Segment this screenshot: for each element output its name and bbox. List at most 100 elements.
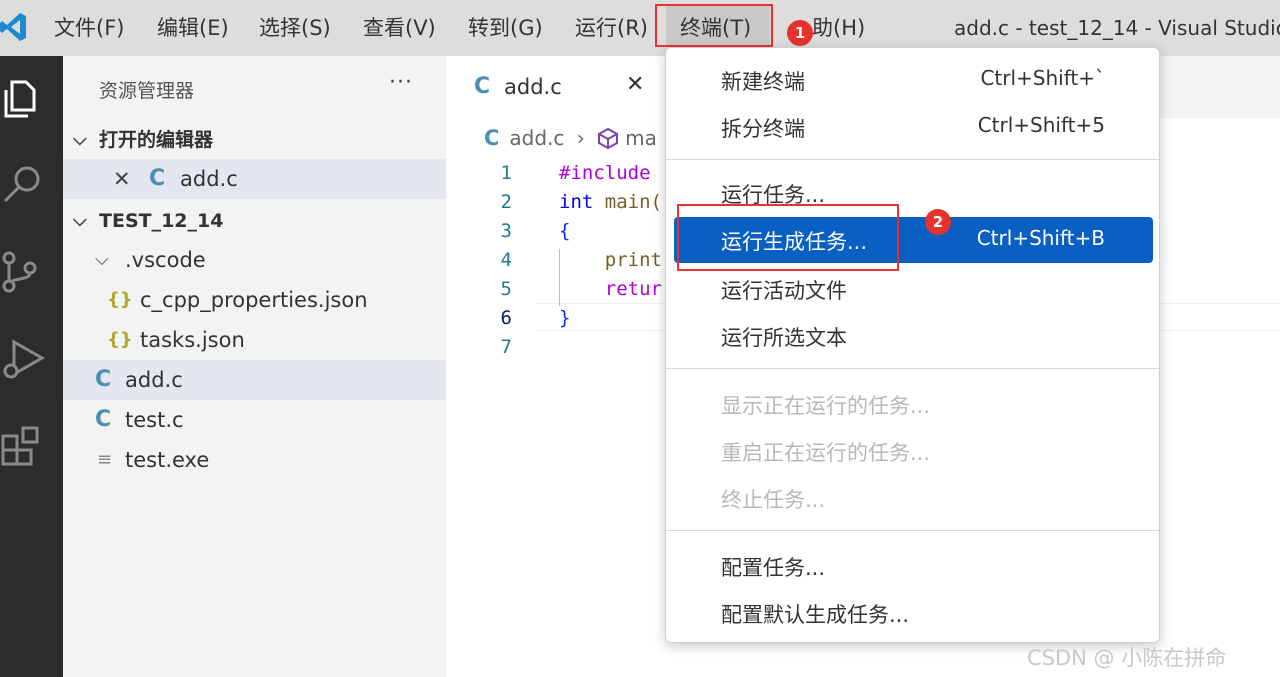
callout-terminal-box xyxy=(655,4,773,47)
code-line: { xyxy=(559,220,571,242)
menu-item-shortcut: Ctrl+Shift+B xyxy=(976,226,1105,250)
menu-item-configure-tasks[interactable]: 配置任务... xyxy=(674,543,1153,589)
json-file-icon: {} xyxy=(107,329,133,350)
code-line: } xyxy=(559,307,571,329)
c-file-icon: C xyxy=(149,166,166,191)
text-file-icon: ≡ xyxy=(97,449,113,470)
open-editor-item[interactable]: ✕ C add.c xyxy=(63,159,446,199)
line-number: 6 xyxy=(500,307,512,329)
menu-item-run-active-file[interactable]: 运行活动文件 xyxy=(674,266,1153,312)
watermark: CSDN @ 小陈在拼命 xyxy=(1027,646,1227,670)
menu-separator xyxy=(666,159,1159,160)
breadcrumb: Cadd.c › ma xyxy=(484,126,657,150)
menu-view[interactable]: 查看(V) xyxy=(363,14,436,42)
menu-go[interactable]: 转到(G) xyxy=(468,14,543,42)
menu-item-shortcut: Ctrl+Shift+` xyxy=(980,66,1105,90)
c-file-icon: C xyxy=(95,367,112,392)
menu-item-show-running-tasks: 显示正在运行的任务... xyxy=(674,381,1153,427)
chevron-down-icon: ⌵ xyxy=(95,249,109,270)
menu-separator xyxy=(666,368,1159,369)
menu-run[interactable]: 运行(R) xyxy=(575,14,648,42)
menu-item-terminate-task: 终止任务... xyxy=(674,475,1153,521)
section-label: TEST_12_14 xyxy=(99,210,224,232)
file-label: add.c xyxy=(125,368,183,392)
file-item[interactable]: {} tasks.json xyxy=(63,320,446,360)
menu-item-label: 拆分终端 xyxy=(721,117,805,141)
vscode-logo-icon xyxy=(0,13,26,41)
activity-bar xyxy=(0,56,63,677)
menu-item-label: 新建终端 xyxy=(721,70,805,94)
close-icon[interactable]: ✕ xyxy=(626,72,644,97)
callout-build-task-box xyxy=(677,204,899,271)
line-number: 2 xyxy=(500,191,512,213)
c-file-icon: C xyxy=(474,74,491,99)
explorer-sidebar: 资源管理器 ··· ⌵ 打开的编辑器 ✕ C add.c ⌵ TEST_12_1… xyxy=(63,56,446,677)
menu-item-label: 重启正在运行的任务... xyxy=(721,441,931,465)
menu-item-label: 配置默认生成任务... xyxy=(721,603,910,627)
menu-selection[interactable]: 选择(S) xyxy=(259,14,331,42)
file-label: test.exe xyxy=(125,448,210,472)
menu-item-configure-default-build-task[interactable]: 配置默认生成任务... xyxy=(674,590,1153,636)
run-debug-icon[interactable] xyxy=(0,334,48,382)
breadcrumb-symbol[interactable]: ma xyxy=(625,126,657,150)
chevron-right-icon: › xyxy=(576,126,585,150)
menu-item-label: 终止任务... xyxy=(721,488,826,512)
window-title: add.c - test_12_14 - Visual Studio C xyxy=(954,16,1280,40)
menu-item-label: 运行活动文件 xyxy=(721,279,847,303)
code-line: int main( xyxy=(559,191,662,213)
breadcrumb-file[interactable]: add.c xyxy=(509,126,564,150)
file-label: tasks.json xyxy=(140,328,245,352)
sidebar-title: 资源管理器 xyxy=(99,80,195,102)
folder-vscode[interactable]: ⌵ .vscode xyxy=(63,240,446,280)
c-file-icon: C xyxy=(484,126,500,150)
step-badge-2: 2 xyxy=(925,209,951,235)
more-actions-icon[interactable]: ··· xyxy=(389,70,413,95)
c-file-icon: C xyxy=(95,407,112,432)
folder-label: .vscode xyxy=(125,248,206,272)
line-number: 7 xyxy=(500,336,512,358)
json-file-icon: {} xyxy=(107,289,133,310)
tab-add-c[interactable]: C add.c ✕ xyxy=(446,56,666,118)
open-editor-label: add.c xyxy=(180,167,238,191)
code-line: retur xyxy=(559,278,662,300)
line-number: 1 xyxy=(500,162,512,184)
chevron-down-icon: ⌵ xyxy=(73,129,87,150)
terminal-menu-dropdown: 新建终端 Ctrl+Shift+` 拆分终端 Ctrl+Shift+5 运行任务… xyxy=(665,47,1160,643)
menu-item-shortcut: Ctrl+Shift+5 xyxy=(977,113,1105,137)
menu-item-label: 显示正在运行的任务... xyxy=(721,394,931,418)
extensions-icon[interactable] xyxy=(0,422,48,470)
explorer-icon[interactable] xyxy=(0,74,48,122)
menu-edit[interactable]: 编辑(E) xyxy=(157,14,229,42)
menu-help[interactable]: 助(H) xyxy=(812,14,865,42)
file-item[interactable]: {} c_cpp_properties.json xyxy=(63,280,446,320)
source-control-icon[interactable] xyxy=(0,248,48,296)
line-number: 4 xyxy=(500,249,512,271)
menu-item-run-selected-text[interactable]: 运行所选文本 xyxy=(674,313,1153,359)
section-label: 打开的编辑器 xyxy=(99,129,214,151)
menu-separator xyxy=(666,530,1159,531)
file-item[interactable]: C test.c xyxy=(63,400,446,440)
line-number: 5 xyxy=(500,278,512,300)
file-item[interactable]: C add.c xyxy=(63,360,446,400)
file-item[interactable]: ≡ test.exe xyxy=(63,440,446,480)
menu-item-new-terminal[interactable]: 新建终端 Ctrl+Shift+` xyxy=(674,57,1153,103)
close-icon[interactable]: ✕ xyxy=(113,159,131,199)
code-keyword: int xyxy=(559,191,594,213)
menu-file[interactable]: 文件(F) xyxy=(54,14,124,42)
project-section[interactable]: ⌵ TEST_12_14 xyxy=(63,201,446,241)
open-editors-section[interactable]: ⌵ 打开的编辑器 xyxy=(63,120,446,160)
search-icon[interactable] xyxy=(0,160,48,208)
file-label: c_cpp_properties.json xyxy=(140,288,368,312)
code-line: #include xyxy=(559,162,651,184)
step-badge-1: 1 xyxy=(787,20,813,46)
symbol-cube-icon xyxy=(598,127,619,150)
file-label: test.c xyxy=(125,408,184,432)
menu-item-label: 运行所选文本 xyxy=(721,326,847,350)
code-line: print xyxy=(559,249,662,271)
menu-item-restart-running-task: 重启正在运行的任务... xyxy=(674,428,1153,474)
menu-item-label: 配置任务... xyxy=(721,556,826,580)
line-number: 3 xyxy=(500,220,512,242)
menu-item-split-terminal[interactable]: 拆分终端 Ctrl+Shift+5 xyxy=(674,104,1153,150)
tab-label: add.c xyxy=(504,75,562,99)
chevron-down-icon: ⌵ xyxy=(73,210,87,231)
